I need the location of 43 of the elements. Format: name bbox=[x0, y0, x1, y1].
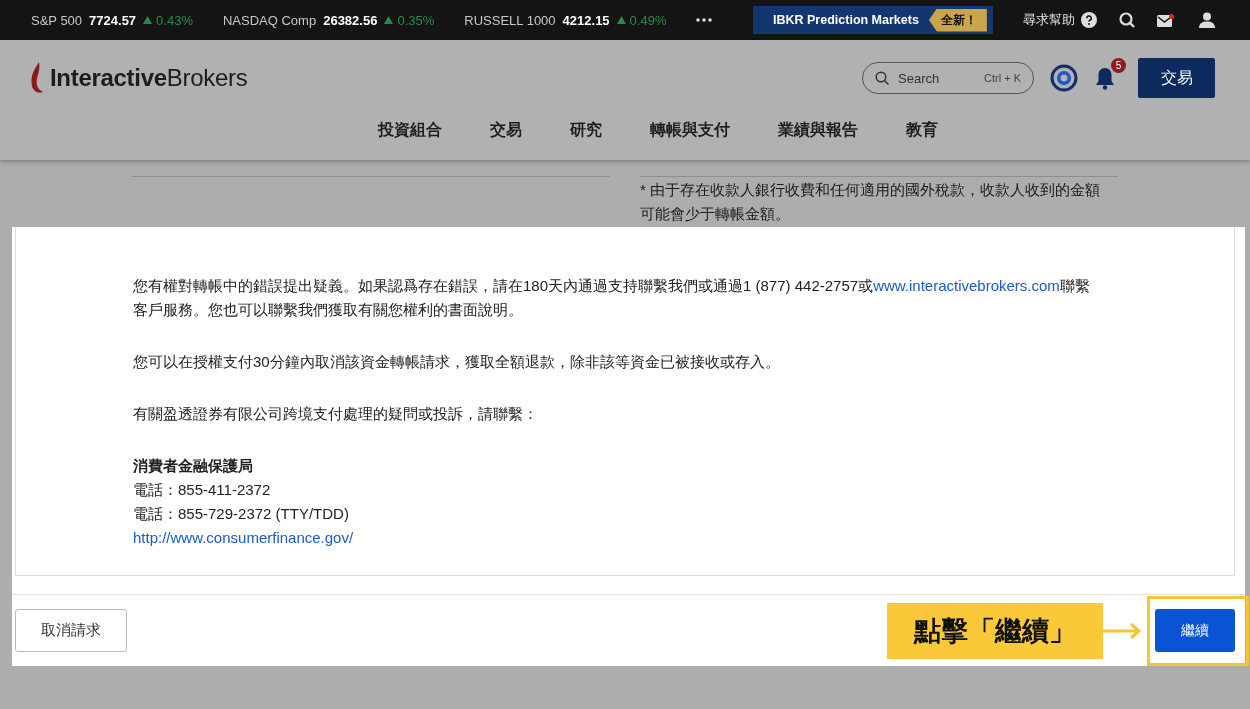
agency-link[interactable]: http://www.consumerfinance.gov/ bbox=[133, 529, 354, 546]
annotation-callout: 點擊「繼續」 bbox=[887, 603, 1103, 659]
continue-button[interactable]: 繼續 bbox=[1155, 609, 1235, 652]
chat-search-icon[interactable] bbox=[1119, 12, 1135, 28]
dialog-paragraph: 有關盈透證券有限公司跨境支付處理的疑問或投訴，請聯繫： bbox=[133, 404, 539, 424]
phone-line: 電話：855-729-2372 (TTY/TDD) bbox=[133, 504, 350, 524]
nav-item[interactable]: 研究 bbox=[569, 120, 602, 141]
fee-note: * 由于存在收款人銀行收費和任何適用的國外稅款，收款人收到的金額可能會少于轉帳金額。 bbox=[640, 180, 1101, 224]
promo-banner[interactable]: IBKR Prediction Markets 全新！ bbox=[753, 6, 993, 34]
trade-button[interactable]: 交易 bbox=[1138, 58, 1215, 98]
nav-item[interactable]: 業績與報告 bbox=[777, 120, 858, 141]
notification-count: 5 bbox=[1111, 58, 1126, 73]
dialog-paragraph: 您可以在授權支付30分鐘內取消該資金轉帳請求，獲取全額退款，除非該等資金已被接收或存入。 bbox=[133, 352, 781, 372]
index-change: 0.43% bbox=[156, 12, 193, 28]
index-change: 0.49% bbox=[629, 12, 667, 28]
phone-line: 電話：855-411-2372 bbox=[133, 480, 272, 500]
annotation-arrow bbox=[1103, 623, 1143, 639]
index-change: 0.35% bbox=[397, 12, 435, 28]
agency-title: 消費者金融保護局 bbox=[133, 456, 254, 476]
dispute-paragraph: 您有權對轉帳中的錯誤提出疑義。如果認爲存在錯誤，請在180天內通過支持聯繫我們或通過1 (877) 442-2757或www.interactivebrokers.com聯繫客戶服務。您也可以聯繫我們獲取有關您權利的書面說明。 bbox=[133, 276, 1091, 320]
bell-icon[interactable] bbox=[1094, 66, 1116, 90]
logo-text: InteractiveBrokers bbox=[50, 64, 248, 92]
new-badge: 全新！ bbox=[928, 8, 987, 32]
help-link[interactable]: 尋求幫助 bbox=[1023, 11, 1097, 29]
index-name: RUSSELL 1000 bbox=[464, 12, 556, 28]
nav-item[interactable]: 教育 bbox=[905, 120, 938, 141]
ring-icon[interactable] bbox=[1050, 64, 1078, 92]
index-name: S&P 500 bbox=[31, 12, 83, 28]
question-icon bbox=[1081, 12, 1097, 28]
nav-item[interactable]: 交易 bbox=[489, 120, 522, 141]
index-name: NASDAQ Comp bbox=[222, 12, 317, 28]
website-link[interactable]: www.interactivebrokers.com bbox=[873, 277, 1060, 294]
mail-icon[interactable] bbox=[1157, 13, 1174, 27]
nav-item[interactable]: 投資組合 bbox=[377, 120, 442, 141]
shortcut-hint: Ctrl + K bbox=[984, 72, 1021, 84]
more-icon[interactable] bbox=[696, 18, 713, 22]
nav-item[interactable]: 轉帳與支付 bbox=[649, 120, 730, 141]
index-value: 7724.57 bbox=[89, 12, 137, 28]
index-value: 26382.56 bbox=[323, 12, 378, 28]
cancel-button[interactable]: 取消請求 bbox=[15, 609, 127, 652]
user-icon[interactable] bbox=[1199, 12, 1215, 28]
index-value: 4212.15 bbox=[562, 12, 610, 28]
search-icon bbox=[875, 71, 889, 85]
